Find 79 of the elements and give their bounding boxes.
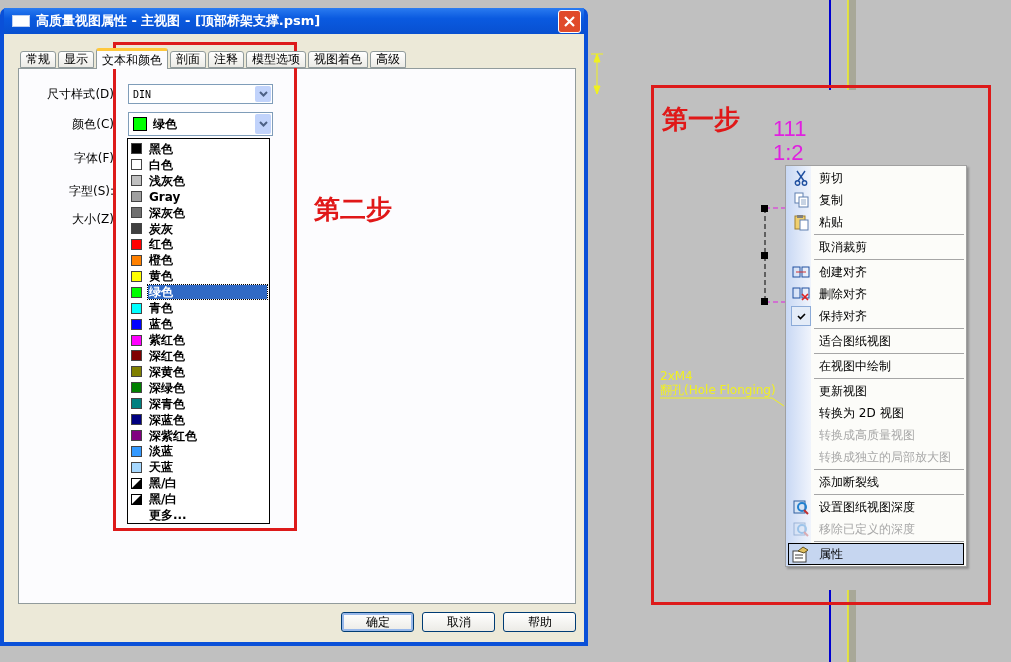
color-option[interactable]: 淡蓝 [128,443,269,460]
split-swatch-icon [131,493,142,505]
menu-item[interactable]: 属性 [788,543,964,565]
color-option[interactable]: 黄色 [128,268,269,285]
window-icon [12,15,30,27]
tab[interactable]: 视图着色 [308,51,368,68]
dimension-drawing [590,53,604,95]
menu-item[interactable]: 在视图中绘制 [788,355,964,377]
menu-item[interactable]: 剪切 [788,167,964,189]
color-option[interactable]: 黑/白 [128,491,269,508]
color-option[interactable]: 深青色 [128,395,269,412]
dimension-style-dropdown[interactable]: DIN [128,84,273,104]
step-annotation: 第二步 [314,193,392,226]
color-option[interactable]: 白色 [128,156,269,173]
field-label: 尺寸样式(D) [47,85,114,103]
color-option[interactable]: 浅灰色 [128,172,269,189]
axis-line-drawing [829,590,856,662]
field-label: 大小(Z) [72,210,114,228]
color-option[interactable]: 青色 [128,300,269,317]
dialog-button[interactable]: 帮助 [503,612,576,632]
copy-icon [793,192,809,208]
remove-align-icon [792,287,810,301]
depth-icon [792,520,810,538]
split-swatch-icon [131,477,142,489]
field-label: 字型(S): [68,182,114,200]
menu-item[interactable]: 删除对齐 [788,283,964,305]
tab[interactable]: 模型选项 [246,51,306,68]
tab[interactable]: 显示 [58,51,94,68]
color-option[interactable]: 红色 [128,236,269,253]
menu-item[interactable]: 适合图纸视图 [788,330,964,352]
menu-item[interactable]: 复制 [788,189,964,211]
menu-item[interactable]: 转换为 2D 视图 [788,402,964,424]
dialog-button[interactable]: 取消 [422,612,495,632]
step-annotation: 第一步 [662,103,740,136]
color-option[interactable]: 深紫红色 [128,427,269,444]
dialog-button[interactable]: 确定 [341,612,414,632]
color-option[interactable]: 更多... [128,507,269,524]
menu-item[interactable]: 添加断裂线 [788,471,964,493]
color-option[interactable]: 天蓝 [128,459,269,476]
color-option[interactable]: Gray [128,188,269,205]
tab[interactable]: 注释 [208,51,244,68]
color-option[interactable]: 黑/白 [128,475,269,492]
field-label: 字体(F) [73,149,114,167]
color-dropdown[interactable]: 绿色 [128,112,273,136]
callout-text: 2xM4 [660,370,693,383]
color-option[interactable]: 蓝色 [128,316,269,333]
window-title: 高质量视图属性 - 主视图 - [顶部桥架支撑.psm] [36,12,322,30]
scissors-icon [794,170,808,186]
color-option[interactable]: 紫红色 [128,332,269,348]
color-option[interactable]: 深红色 [128,348,269,364]
color-option[interactable]: 橙色 [128,252,269,269]
close-button[interactable] [558,9,581,33]
callout-text: 翻孔(Hole Flonging) [660,384,776,397]
tab[interactable]: 文本和颜色 [96,48,168,69]
menu-item[interactable]: 更新视图 [788,380,964,402]
menu-item[interactable]: 创建对齐 [788,261,964,283]
color-option[interactable]: 深黄色 [128,363,269,380]
align-icon [792,266,810,278]
color-option[interactable]: 深蓝色 [128,411,269,428]
clipboard-icon [793,213,809,231]
color-option[interactable]: 深灰色 [128,204,269,221]
depth-icon [792,498,810,516]
close-icon [564,15,575,27]
color-option[interactable]: 深绿色 [128,379,269,396]
menu-item[interactable]: 设置图纸视图深度 [788,496,964,518]
scale-label: 1:2 [773,141,804,165]
chevron-down-icon [258,121,268,127]
chevron-down-icon [258,91,268,97]
tab[interactable]: 高级 [370,51,406,68]
menu-item[interactable]: 粘贴 [788,211,964,233]
properties-icon [792,545,810,563]
color-option[interactable]: 炭灰 [128,220,269,237]
tab[interactable]: 剖面 [170,51,206,68]
view-label: 111 [773,117,807,141]
menu-item[interactable]: 取消裁剪 [788,236,964,258]
tab[interactable]: 常规 [20,51,56,68]
color-option[interactable]: 黑色 [128,141,269,157]
field-label: 颜色(C) [72,115,114,133]
menu-item[interactable]: 保持对齐 [788,305,964,327]
